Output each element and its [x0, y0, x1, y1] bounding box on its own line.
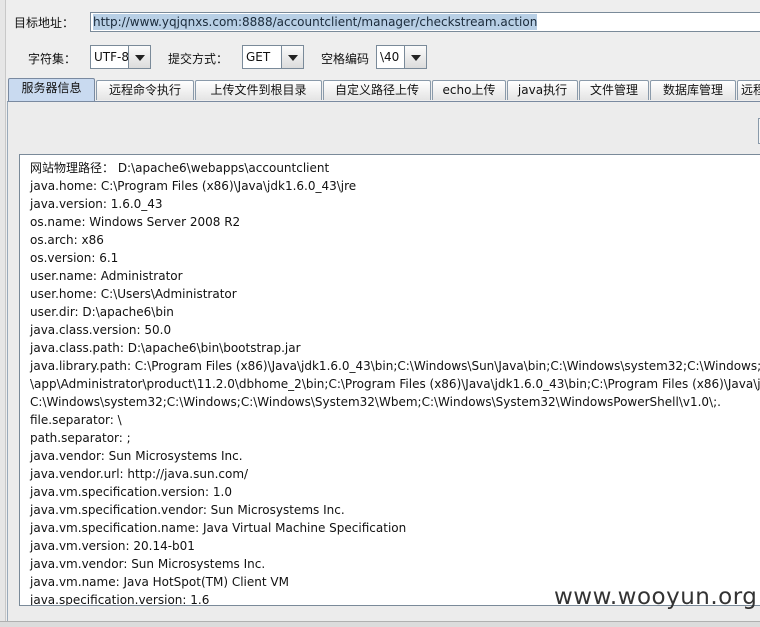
target-url-text: http://www.yqjqnxs.com:8888/accountclien… [93, 14, 538, 30]
output-line: java.vm.version: 20.14-b01 [30, 539, 195, 553]
output-line: 网站物理路径： D:\apache6\webapps\accountclient [30, 161, 330, 175]
output-line: java.version: 1.6.0_43 [30, 197, 163, 211]
method-select[interactable]: GET [242, 45, 304, 69]
charset-select[interactable]: UTF-8 [90, 45, 151, 69]
chevron-down-icon[interactable] [281, 46, 303, 68]
output-line: java.vm.specification.vendor: Sun Micros… [30, 503, 345, 517]
output-line: java.vm.name: Java HotSpot(TM) Client VM [30, 575, 289, 589]
tab-server-info[interactable]: 服务器信息 [8, 78, 95, 101]
left-window-edge [0, 0, 6, 626]
output-line: file.separator: \ [30, 413, 122, 427]
method-value: GET [246, 50, 271, 64]
tab-remote-overflow[interactable]: 远程 [737, 80, 760, 100]
chevron-down-icon[interactable] [404, 46, 426, 68]
output-line: user.home: C:\Users\Administrator [30, 287, 237, 301]
tab-file-manager[interactable]: 文件管理 [579, 80, 649, 100]
tab-upload-to-root[interactable]: 上传文件到根目录 [195, 80, 322, 100]
output-line: java.vm.vendor: Sun Microsystems Inc. [30, 557, 266, 571]
method-label: 提交方式： [168, 52, 229, 66]
space-encoding-value: \40 [380, 50, 400, 64]
server-info-panel: 网站物理路径： D:\apache6\webapps\accountclient… [7, 101, 760, 621]
target-url-label: 目标地址： [14, 16, 75, 30]
options-row: 字符集： UTF-8 提交方式： GET 空格编码 \40 [14, 45, 760, 71]
tab-java-exec[interactable]: java执行 [507, 80, 578, 100]
watermark-text: www.wooyun.org [554, 584, 758, 610]
target-url-input[interactable]: http://www.yqjqnxs.com:8888/accountclien… [90, 12, 760, 32]
output-line: java.class.version: 50.0 [30, 323, 172, 337]
target-url-row: 目标地址： http://www.yqjqnxs.com:8888/accoun… [14, 12, 760, 34]
chevron-down-icon[interactable] [128, 46, 150, 68]
output-line: os.name: Windows Server 2008 R2 [30, 215, 241, 229]
tab-custom-path-upload[interactable]: 自定义路径上传 [323, 80, 431, 100]
tab-database-manager[interactable]: 数据库管理 [650, 80, 736, 100]
output-line: user.dir: D:\apache6\bin [30, 305, 174, 319]
server-info-output[interactable]: 网站物理路径： D:\apache6\webapps\accountclient… [19, 154, 760, 606]
output-line: user.name: Administrator [30, 269, 183, 283]
tab-bar: 服务器信息 远程命令执行 上传文件到根目录 自定义路径上传 echo上传 jav… [7, 78, 760, 101]
output-line: \app\Administrator\product\11.2.0\dbhome… [30, 377, 760, 391]
output-line: os.version: 6.1 [30, 251, 119, 265]
output-line: java.vm.specification.version: 1.0 [30, 485, 232, 499]
output-line: java.library.path: C:\Program Files (x86… [30, 359, 760, 373]
tab-remote-command[interactable]: 远程命令执行 [96, 80, 194, 100]
output-line: os.arch: x86 [30, 233, 104, 247]
space-encoding-select[interactable]: \40 [376, 45, 427, 69]
space-encoding-label: 空格编码 [321, 52, 370, 66]
charset-label: 字符集： [28, 52, 77, 66]
output-line: java.vm.specification.name: Java Virtual… [30, 521, 407, 535]
output-line: java.home: C:\Program Files (x86)\Java\j… [30, 179, 357, 193]
output-line: java.vendor.url: http://java.sun.com/ [30, 467, 249, 481]
output-line: java.vendor: Sun Microsystems Inc. [30, 449, 243, 463]
output-line: java.class.path: D:\apache6\bin\bootstra… [30, 341, 301, 355]
bottom-window-edge [0, 621, 760, 627]
output-line: path.separator: ; [30, 431, 131, 445]
output-line: C:\Windows\system32;C:\Windows;C:\Window… [30, 395, 721, 409]
tab-echo-upload[interactable]: echo上传 [432, 80, 506, 100]
charset-value: UTF-8 [94, 50, 129, 64]
output-line: java.specification.version: 1.6 [30, 593, 210, 606]
